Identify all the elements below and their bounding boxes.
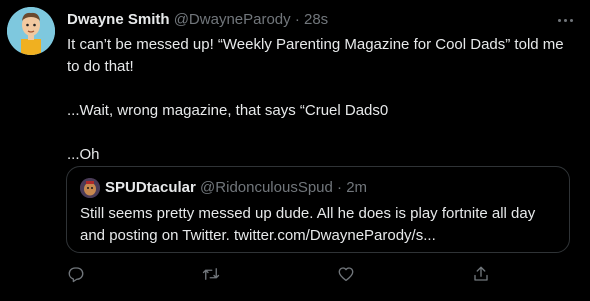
quoted-avatar-illustration: [80, 178, 100, 198]
quoted-author-avatar: [80, 178, 100, 198]
retweet-button[interactable]: [199, 262, 223, 286]
header-separator: ·: [294, 11, 300, 28]
like-icon: [338, 267, 354, 282]
tweet-text-line: It can’t be messed up! “Weekly Parenting…: [67, 36, 564, 75]
tweet-text-line: ...Wait, wrong magazine, that says “Crue…: [67, 102, 389, 119]
tweet-header: Dwayne Smith @DwayneParody · 28s: [67, 10, 328, 30]
tweet-timestamp[interactable]: 28s: [304, 11, 328, 28]
quoted-handle: @RidonculousSpud: [200, 179, 333, 196]
tweet-text-line: ...Oh: [67, 146, 100, 163]
tweet-text: It can’t be messed up! “Weekly Parenting…: [67, 34, 567, 166]
tweet-actions: [64, 262, 504, 286]
quoted-text: Still seems pretty messed up dude. All h…: [80, 205, 536, 244]
reply-button[interactable]: [64, 262, 88, 286]
tweet[interactable]: Dwayne Smith @DwayneParody · 28s It can’…: [0, 0, 590, 301]
like-button[interactable]: [334, 262, 358, 286]
more-dot: [563, 18, 567, 22]
author-avatar[interactable]: [7, 7, 55, 55]
quoted-display-name: SPUDtacular: [105, 179, 196, 196]
quoted-tweet[interactable]: SPUDtacular @RidonculousSpud · 2m Still …: [66, 166, 570, 253]
more-dot: [557, 18, 561, 22]
author-display-name[interactable]: Dwayne Smith: [67, 11, 170, 28]
retweet-icon: [202, 268, 220, 280]
author-handle[interactable]: @DwayneParody: [174, 11, 291, 28]
share-button[interactable]: [469, 262, 493, 286]
more-dot: [569, 18, 573, 22]
quoted-timestamp: 2m: [346, 179, 368, 196]
quoted-separator: ·: [337, 179, 343, 196]
more-options-button[interactable]: [548, 8, 582, 32]
quoted-header: SPUDtacular @RidonculousSpud · 2m: [105, 178, 367, 198]
reply-icon: [68, 267, 84, 283]
share-icon: [474, 266, 488, 281]
avatar-illustration: [7, 7, 55, 55]
